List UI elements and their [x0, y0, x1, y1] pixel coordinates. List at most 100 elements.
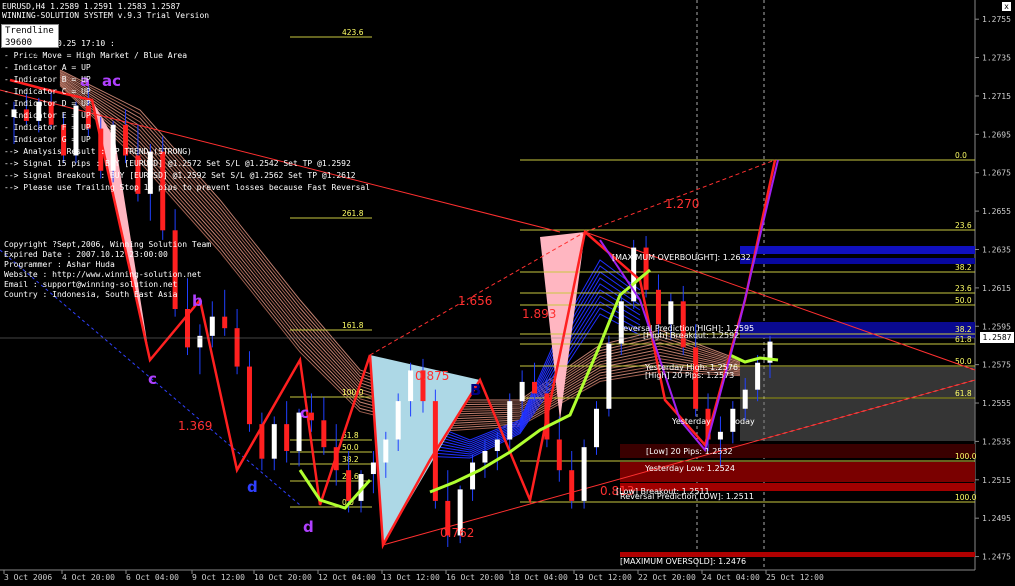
fib-label: 100.0: [955, 493, 977, 502]
time-tick-label: 24 Oct 04:00: [702, 573, 760, 582]
candle-body: [395, 401, 401, 440]
fib-label: 38.2: [342, 455, 359, 464]
price-tick-label: 1.2575: [982, 361, 1011, 370]
zone-grey-lines: [740, 365, 975, 441]
fib-label: 23.6: [955, 284, 972, 293]
time-tick-label: 16 Oct 20:00: [446, 573, 504, 582]
candle-body: [569, 470, 575, 501]
analysis-line: --> Please use Trailing Stop 15 pips to …: [4, 183, 371, 192]
candle-body: [668, 301, 674, 325]
price-tick-label: 1.2495: [982, 514, 1011, 523]
time-axis[interactable]: 3 Oct 2006 4 Oct 20:00 6 Oct 04:00 9 Oct 12…: [3, 570, 824, 582]
time-tick-label: 25 Oct 12:00: [766, 573, 824, 582]
trendline-value: 1.2760: [5, 50, 38, 60]
pattern-point: B: [470, 381, 481, 399]
analysis-line: - Price Move = High Market / Blue Area: [4, 51, 188, 60]
candle-body: [370, 462, 376, 475]
candle-body: [532, 381, 538, 394]
price-tick-label: 1.2475: [982, 553, 1011, 562]
fib-label: 61.8: [955, 389, 972, 398]
candle-body: [346, 470, 352, 501]
candle-body: [556, 439, 562, 471]
analysis-line: - Indicator A = UP: [4, 63, 91, 72]
copyright-line: Country : Indonesia, South East Asia: [4, 290, 178, 299]
time-tick-label: 10 Oct 20:00: [254, 573, 312, 582]
harmonic-ratio: 0.875: [415, 369, 449, 383]
analysis-line: - Indicator E = UP: [4, 111, 91, 120]
pattern-point: c: [300, 404, 309, 422]
time-tick-label: 12 Oct 04:00: [318, 573, 376, 582]
copyright-line: Email : support@winning-solution.net: [4, 280, 178, 289]
candle-body: [581, 447, 587, 501]
candle-body: [246, 366, 252, 425]
analysis-line: - Indicator C = UP: [4, 87, 91, 96]
analysis-line: --> Signal Breakout : BUY [EURUSD] @1.25…: [4, 171, 356, 180]
level-annotation: [High] 20 Pips: 1.2573: [645, 371, 734, 380]
price-tick-label: 1.2755: [982, 15, 1011, 24]
price-tick-label: 1.2735: [982, 54, 1011, 63]
candle-body: [209, 316, 215, 336]
candle-body: [618, 301, 624, 344]
candle-body: [197, 335, 203, 348]
fib-label: 100.0: [955, 452, 977, 461]
trend-line[interactable]: [584, 159, 776, 233]
price-tick-label: 1.2695: [982, 130, 1011, 139]
symbol-line: EURUSD,H4 1.2589 1.2591 1.2583 1.2587: [2, 2, 181, 11]
time-tick-label: 18 Oct 04:00: [510, 573, 568, 582]
harmonic-ratio: 0.762: [440, 526, 474, 540]
price-tick-label: 1.2635: [982, 245, 1011, 254]
candle-body: [655, 289, 661, 325]
fib-label: 38.2: [955, 263, 972, 272]
fib-label: 161.8: [342, 321, 364, 330]
fib-label: 23.6: [955, 221, 972, 230]
level-annotation: today: [732, 417, 755, 426]
price-tick-label: 1.2555: [982, 399, 1011, 408]
level-annotation: [MAXIMUM OVERBOUGHT]: 1.2632: [612, 253, 751, 262]
harmonic-ratio: 1.369: [178, 419, 212, 433]
level-annotation: [High] Breakout: 1.2592: [643, 331, 739, 340]
copyright-line: Copyright ?Sept,2006, Winning Solution T…: [4, 240, 212, 249]
candle-body: [519, 381, 525, 402]
candle-body: [271, 424, 277, 459]
time-tick-label: 22 Oct 20:00: [638, 573, 696, 582]
price-tick-label: 1.2535: [982, 437, 1011, 446]
time-tick-label: 3 Oct 2006: [4, 573, 52, 582]
trendline-tooltip: Trendline 39600 1.2760: [1, 24, 59, 60]
copyright-panel: Copyright ?Sept,2006, Winning Solution T…: [4, 240, 211, 300]
current-price-tag: 1.2587: [980, 332, 1014, 343]
time-tick-label: 9 Oct 12:00: [192, 573, 245, 582]
candle-body: [482, 451, 488, 463]
pattern-point: d: [247, 478, 258, 496]
candle-body: [755, 362, 761, 390]
chart-window[interactable]: 423.6261.8161.8100.061.850.038.223.60.0 …: [0, 0, 1015, 586]
analysis-panel: s at 2006.10.25 17:10 :- Price Move = Hi…: [4, 38, 370, 194]
candle-body: [222, 316, 228, 329]
copyright-line: Programmer : Ashar Huda: [4, 260, 115, 269]
fib-label: 50.0: [955, 357, 972, 366]
close-chart-icon[interactable]: x: [1002, 2, 1011, 11]
candle-body: [321, 420, 327, 448]
chart-header: EURUSD,H4 1.2589 1.2591 1.2583 1.2587 WI…: [2, 2, 209, 20]
harmonic-ratio: 1.893: [522, 307, 556, 321]
time-tick-label: 4 Oct 20:00: [62, 573, 115, 582]
candle-body: [308, 412, 314, 421]
fib-label: 50.0: [955, 296, 972, 305]
fib-label: 61.8: [955, 335, 972, 344]
analysis-line: - Indicator F = UP: [4, 123, 91, 132]
trendline-name: Trendline 39600: [5, 26, 54, 48]
fib-label: 50.0: [342, 443, 359, 452]
fib-label: 0.0: [955, 151, 967, 160]
analysis-line: - Indicator B = UP: [4, 75, 91, 84]
candle-body: [606, 343, 612, 409]
analysis-line: - Indicator D = UP: [4, 99, 91, 108]
level-annotation: Reversal Prediction LOW]: 1.2511: [620, 492, 754, 501]
level-annotation: [Low] 20 Pips: 1.2532: [646, 447, 733, 456]
fib-label: 261.8: [342, 209, 364, 218]
price-axis[interactable]: 1.2755 1.2735 1.2715 1.2695 1.2675 1.2655 1.26…: [975, 15, 1011, 562]
zone-overbought: [740, 246, 975, 338]
price-tick-label: 1.2675: [982, 169, 1011, 178]
candle-body: [234, 328, 240, 367]
candle-body: [284, 424, 290, 452]
analysis-line: --> Analysis Result : UP TREND (STRONG): [4, 147, 192, 156]
price-tick-label: 1.2515: [982, 476, 1011, 485]
